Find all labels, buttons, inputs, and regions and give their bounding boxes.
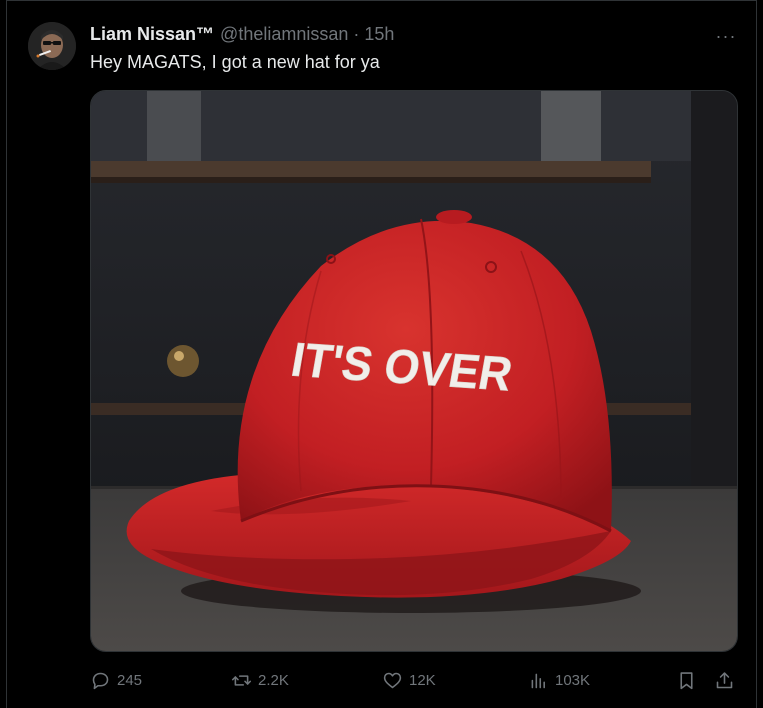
reply-button[interactable]: 245 bbox=[90, 662, 142, 698]
top-divider bbox=[6, 0, 757, 1]
more-options-button[interactable]: ··· bbox=[711, 24, 741, 48]
tweet-timestamp[interactable]: 15h bbox=[364, 24, 394, 45]
analytics-icon bbox=[531, 673, 545, 688]
author-handle[interactable]: @theliamnissan bbox=[220, 24, 348, 45]
share-icon bbox=[716, 671, 733, 688]
author-avatar[interactable] bbox=[28, 22, 76, 70]
reply-count: 245 bbox=[117, 671, 143, 689]
cap-photo: IT'S OVER bbox=[91, 91, 737, 651]
reply-icon bbox=[92, 672, 109, 689]
like-button[interactable]: 12K bbox=[382, 662, 436, 698]
view-count: 103K bbox=[555, 671, 591, 689]
tweet-header: Liam Nissan™ @theliamnissan · 15h bbox=[90, 22, 394, 46]
avatar-image bbox=[28, 22, 76, 70]
bookmark-icon bbox=[680, 671, 693, 689]
header-separator: · bbox=[353, 23, 360, 44]
tweet-actions: 245 2.2K 12K 103K bbox=[90, 662, 740, 698]
repost-icon bbox=[231, 674, 252, 686]
tweet-image[interactable]: IT'S OVER bbox=[90, 90, 738, 652]
repost-button[interactable]: 2.2K bbox=[231, 662, 289, 698]
views-button[interactable]: 103K bbox=[528, 662, 590, 698]
bookmark-button[interactable] bbox=[676, 662, 697, 698]
share-button[interactable] bbox=[714, 662, 735, 698]
heart-icon bbox=[383, 672, 402, 688]
repost-count: 2.2K bbox=[258, 671, 289, 689]
tweet-text: Hey MAGATS, I got a new hat for ya bbox=[90, 52, 380, 72]
author-name[interactable]: Liam Nissan™ bbox=[90, 24, 214, 45]
like-count: 12K bbox=[409, 671, 436, 689]
